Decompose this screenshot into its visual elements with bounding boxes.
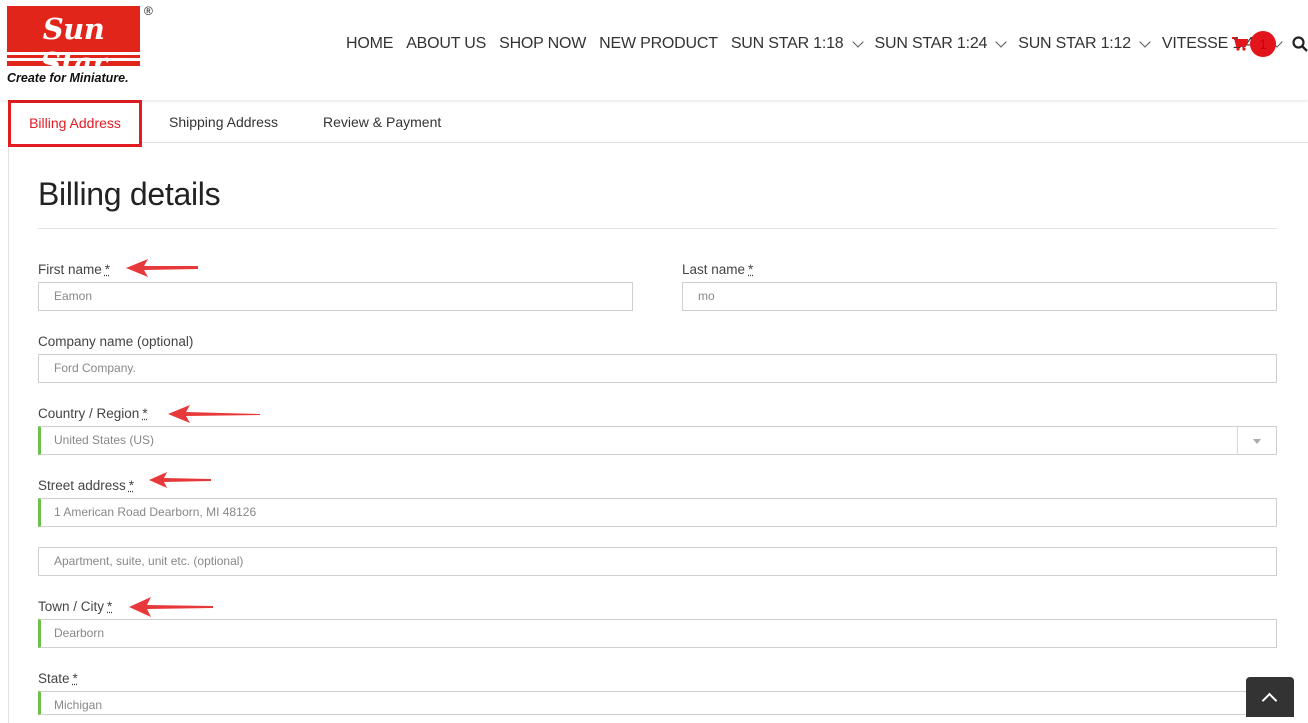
company-label: Company name (optional) — [38, 334, 194, 349]
annotation-arrow-icon — [129, 597, 213, 617]
sunstar-logo[interactable]: Sun Star ® Create for Miniature. — [7, 4, 153, 88]
divider — [38, 228, 1277, 229]
checkout-tabs: Billing Address Shipping Address Review … — [8, 100, 1308, 147]
chevron-down-icon — [995, 36, 1007, 48]
country-select[interactable]: United States (US) — [38, 426, 1277, 455]
annotation-arrow-icon — [168, 405, 260, 423]
nav-shop-now[interactable]: SHOP NOW — [499, 35, 586, 53]
last-name-label: Last name * — [682, 262, 754, 277]
city-field[interactable]: Dearborn — [38, 619, 1277, 648]
chevron-up-icon — [1261, 692, 1278, 709]
cart-count-badge: 1 — [1250, 31, 1276, 57]
nav-new-product[interactable]: NEW PRODUCT — [599, 35, 718, 53]
chevron-down-icon — [851, 36, 864, 48]
street-label: Street address * — [38, 478, 135, 493]
company-field[interactable]: Ford Company. — [38, 354, 1277, 383]
logo-text: Sun Star — [40, 12, 107, 80]
first-name-field[interactable]: Eamon — [38, 282, 633, 311]
cart-icon — [1232, 37, 1248, 51]
first-name-label: First name * — [38, 262, 111, 277]
state-select[interactable]: Michigan — [38, 691, 1277, 715]
nav-sun-star-124[interactable]: SUN STAR 1:24 — [875, 35, 1007, 53]
last-name-field[interactable]: mo — [682, 282, 1277, 311]
city-label: Town / City * — [38, 599, 113, 614]
tab-billing-address[interactable]: Billing Address — [8, 100, 142, 147]
scroll-to-top-button[interactable] — [1246, 677, 1294, 717]
country-selected-value: United States (US) — [54, 433, 155, 447]
nav-sun-star-112[interactable]: SUN STAR 1:12 — [1018, 35, 1151, 53]
logo-tagline: Create for Miniature. — [7, 71, 129, 85]
apartment-field[interactable]: Apartment, suite, unit etc. (optional) — [38, 547, 1277, 576]
tab-shipping-address[interactable]: Shipping Address — [169, 100, 278, 142]
cart-button[interactable]: 1 — [1232, 31, 1276, 57]
annotation-arrow-icon — [149, 472, 211, 488]
site-header: Sun Star ® Create for Miniature. HOME AB… — [0, 0, 1308, 100]
page-title: Billing details — [38, 176, 221, 212]
annotation-arrow-icon — [126, 259, 198, 277]
tab-review-payment[interactable]: Review & Payment — [323, 100, 441, 142]
nav-sun-star-118[interactable]: SUN STAR 1:18 — [731, 35, 864, 53]
nav-about-us[interactable]: ABOUT US — [406, 35, 486, 53]
street-address-field[interactable]: 1 American Road Dearborn, MI 48126 — [38, 498, 1277, 527]
nav-home[interactable]: HOME — [346, 35, 393, 53]
dropdown-arrow-icon[interactable] — [1237, 427, 1276, 454]
state-selected-value: Michigan — [54, 698, 103, 712]
main-nav: HOME ABOUT US SHOP NOW NEW PRODUCT SUN S… — [346, 34, 1294, 54]
country-label: Country / Region * — [38, 406, 148, 421]
registered-mark: ® — [144, 4, 153, 18]
search-icon[interactable] — [1292, 36, 1308, 52]
chevron-down-icon — [1139, 36, 1151, 48]
state-label: State * — [38, 671, 78, 686]
